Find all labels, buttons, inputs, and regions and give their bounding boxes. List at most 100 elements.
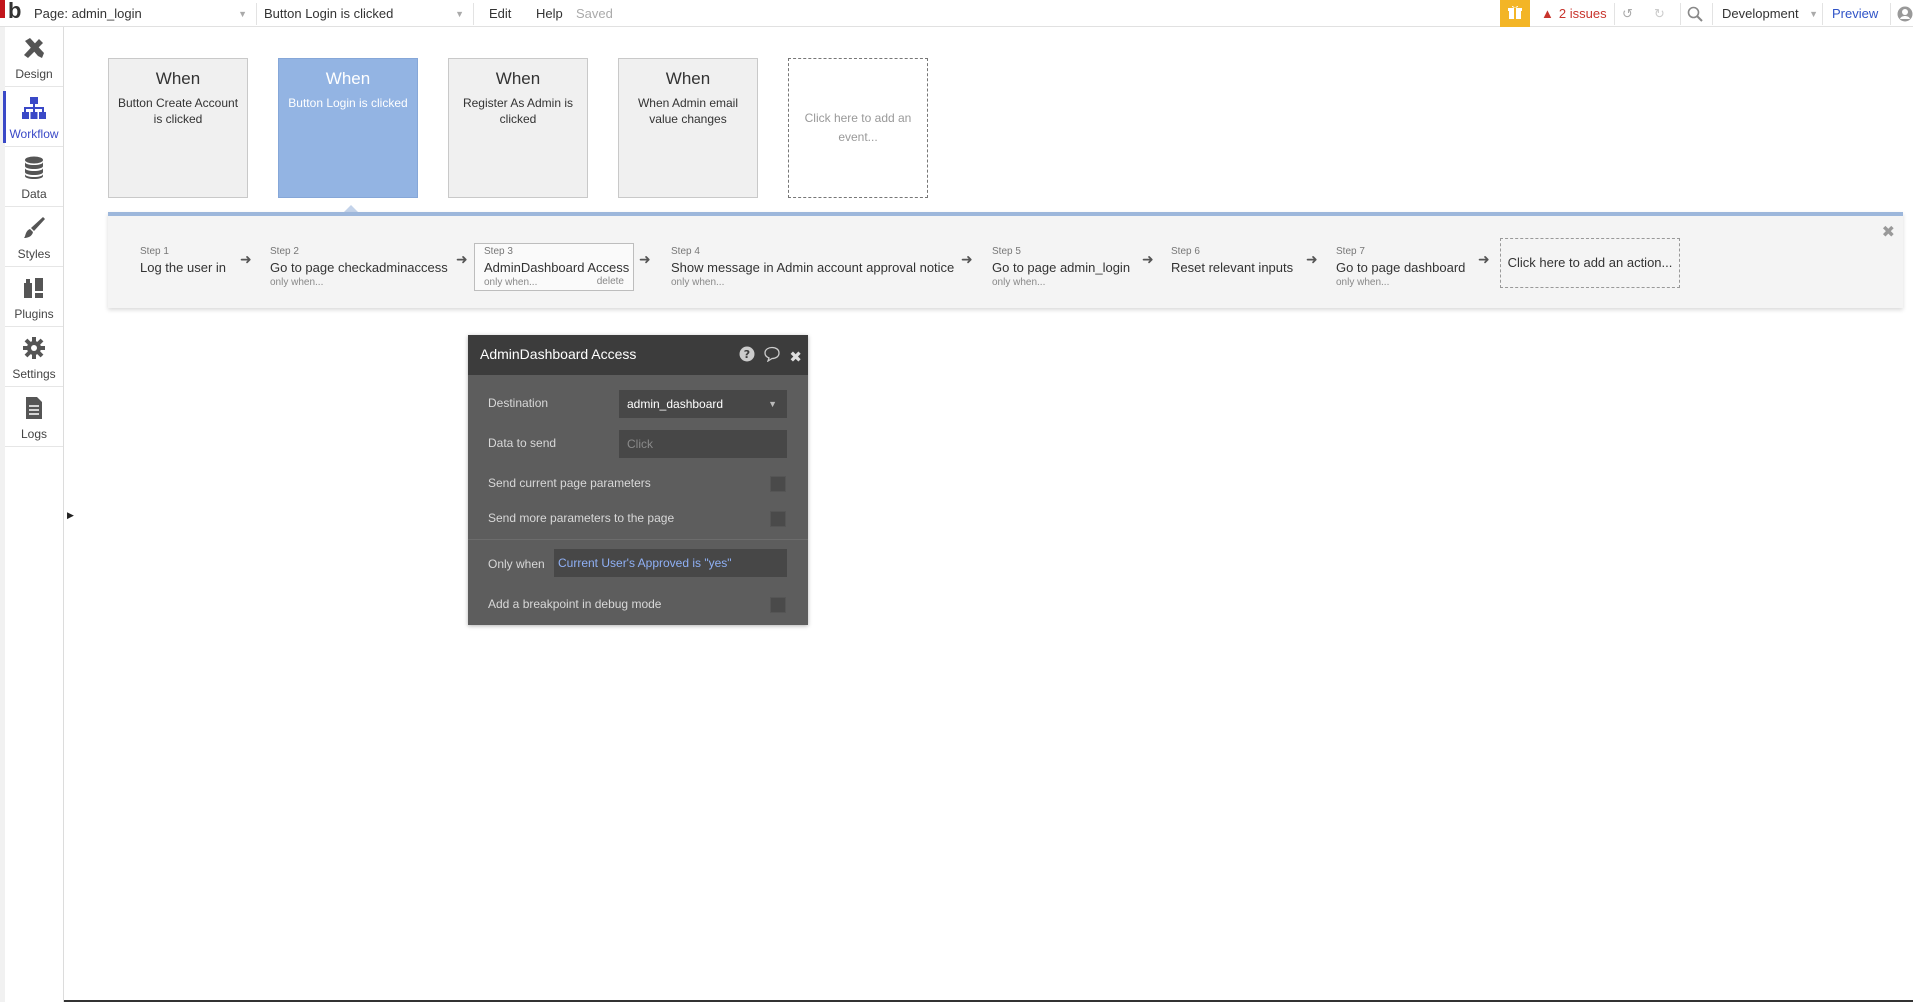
- workflow-steps-strip: ✖ Step 1 Log the user in ➜ Step 2 Go to …: [108, 212, 1903, 308]
- chevron-down-icon: ▼: [238, 8, 247, 19]
- database-icon: [5, 155, 63, 183]
- step-number: Step 7: [1336, 246, 1365, 257]
- sidebar-item-data[interactable]: Data: [5, 147, 63, 207]
- bubble-logo[interactable]: b: [0, 0, 28, 27]
- sidebar-item-settings[interactable]: Settings: [5, 327, 63, 387]
- step-number: Step 5: [992, 246, 1021, 257]
- step-only-when[interactable]: only when...: [1336, 277, 1465, 288]
- menu-edit[interactable]: Edit: [489, 0, 511, 27]
- data-to-send-label: Data to send: [488, 436, 557, 450]
- workflow-step-2[interactable]: Step 2 Go to page checkadminaccess only …: [270, 246, 448, 296]
- destination-dropdown[interactable]: admin_dashboard ▼: [619, 390, 787, 418]
- step-only-when[interactable]: only when...: [270, 277, 448, 288]
- breakpoint-checkbox[interactable]: [770, 597, 786, 613]
- sidebar-item-label: Design: [15, 67, 53, 81]
- preview-button[interactable]: Preview: [1832, 0, 1878, 27]
- sidebar-item-label: Data: [21, 187, 47, 201]
- workflow-step-3[interactable]: Step 3 AdminDashboard Access only when..…: [474, 243, 634, 291]
- send-current-params-checkbox[interactable]: [770, 476, 786, 492]
- send-more-params-label: Send more parameters to the page: [488, 511, 675, 525]
- event-when: When: [495, 69, 541, 88]
- step-only-when[interactable]: only when...: [992, 277, 1130, 288]
- workflow-step-7[interactable]: Step 7 Go to page dashboard only when...: [1336, 246, 1465, 296]
- environment-selector[interactable]: Development ▼: [1722, 0, 1818, 27]
- event-card[interactable]: When Button Create Account is clicked: [108, 58, 248, 198]
- workflow-selector[interactable]: Button Login is clicked ▼: [264, 0, 466, 27]
- save-status: Saved: [576, 6, 613, 21]
- send-more-params-checkbox[interactable]: [770, 511, 786, 527]
- event-description: When Admin email value changes: [637, 96, 739, 126]
- only-when-expression: Current User's Approved is "yes": [558, 556, 732, 570]
- redo-icon[interactable]: ↻: [1654, 0, 1665, 27]
- step-name: Go to page checkadminaccess: [270, 260, 448, 275]
- event-card-selected[interactable]: When Button Login is clicked: [278, 58, 418, 198]
- event-description: Register As Admin is clicked: [462, 96, 574, 126]
- left-sidebar: Design Workflow Data Styles Plugins Sett…: [0, 27, 64, 1002]
- sidebar-item-workflow[interactable]: Workflow: [3, 87, 63, 147]
- action-property-editor: AdminDashboard Access ? ✖ Destination ad…: [468, 335, 808, 625]
- menu-help[interactable]: Help: [536, 0, 563, 27]
- destination-value: admin_dashboard: [627, 397, 724, 411]
- event-description: Button Create Account is clicked: [117, 96, 239, 126]
- sidebar-item-label: Logs: [20, 427, 48, 441]
- close-icon[interactable]: ✖: [789, 348, 802, 366]
- arrow-right-icon: ➜: [1478, 251, 1490, 267]
- environment-label: Development: [1722, 6, 1799, 21]
- only-when-label: Only when: [488, 557, 545, 571]
- close-icon[interactable]: ✖: [1882, 222, 1895, 242]
- plugin-icon: [5, 275, 63, 303]
- step-only-when[interactable]: only when...: [671, 277, 954, 288]
- panel-title: AdminDashboard Access: [480, 346, 637, 362]
- page-selector[interactable]: Page: admin_login ▼: [34, 0, 249, 27]
- gear-icon: [5, 335, 63, 363]
- brush-icon: [5, 215, 63, 243]
- expand-panel-arrow-icon[interactable]: ▶: [67, 510, 74, 521]
- comment-icon[interactable]: [763, 346, 781, 367]
- add-action-button[interactable]: Click here to add an action...: [1500, 238, 1680, 288]
- sidebar-item-label: Plugins: [14, 307, 54, 321]
- data-to-send-placeholder: Click: [627, 437, 653, 451]
- delete-step-button[interactable]: delete: [597, 276, 624, 287]
- data-to-send-field[interactable]: Click: [619, 430, 787, 458]
- undo-icon[interactable]: ↺: [1622, 0, 1633, 27]
- event-card[interactable]: When Register As Admin is clicked: [448, 58, 588, 198]
- workflow-step-5[interactable]: Step 5 Go to page admin_login only when.…: [992, 246, 1130, 296]
- event-description: Button Login is clicked: [288, 96, 408, 110]
- chevron-down-icon: ▼: [768, 399, 777, 409]
- help-icon[interactable]: ?: [739, 346, 755, 367]
- top-bar: b Page: admin_login ▼ Button Login is cl…: [0, 0, 1913, 27]
- sidebar-item-styles[interactable]: Styles: [5, 207, 63, 267]
- workflow-step-4[interactable]: Step 4 Show message in Admin account app…: [671, 246, 954, 296]
- send-current-params-label: Send current page parameters: [488, 476, 651, 490]
- gift-button[interactable]: [1500, 0, 1530, 27]
- step-name: Log the user in: [140, 260, 227, 275]
- gift-icon: [1507, 4, 1523, 23]
- sidebar-item-design[interactable]: Design: [5, 27, 63, 87]
- add-event-button[interactable]: Click here to add an event...: [788, 58, 928, 198]
- step-number: Step 2: [270, 246, 299, 257]
- user-avatar-icon[interactable]: [1897, 0, 1913, 27]
- step-name: Go to page admin_login: [992, 260, 1131, 275]
- search-icon[interactable]: [1687, 0, 1703, 27]
- arrow-right-icon: ➜: [456, 251, 468, 267]
- design-icon: [5, 35, 63, 63]
- only-when-field[interactable]: Current User's Approved is "yes": [554, 549, 787, 577]
- event-card[interactable]: When When Admin email value changes: [618, 58, 758, 198]
- workflow-icon: [5, 95, 63, 123]
- step-number: Step 4: [671, 246, 700, 257]
- arrow-right-icon: ➜: [639, 251, 651, 267]
- arrow-right-icon: ➜: [961, 251, 973, 267]
- destination-label: Destination: [488, 396, 549, 410]
- step-name: Reset relevant inputs: [1171, 260, 1294, 275]
- workflow-step-6[interactable]: Step 6 Reset relevant inputs: [1171, 246, 1293, 296]
- panel-header[interactable]: AdminDashboard Access ? ✖: [468, 335, 808, 375]
- issues-button[interactable]: ▲ 2 issues: [1541, 0, 1607, 27]
- sidebar-item-label: Workflow: [9, 127, 59, 141]
- sidebar-item-plugins[interactable]: Plugins: [5, 267, 63, 327]
- step-number: Step 3: [484, 246, 513, 257]
- workflow-step-1[interactable]: Step 1 Log the user in: [140, 246, 226, 296]
- selected-event-pointer: [344, 205, 358, 212]
- chevron-down-icon: ▼: [1809, 8, 1818, 19]
- sidebar-item-logs[interactable]: Logs: [5, 387, 63, 447]
- step-name: Go to page dashboard: [1336, 260, 1466, 275]
